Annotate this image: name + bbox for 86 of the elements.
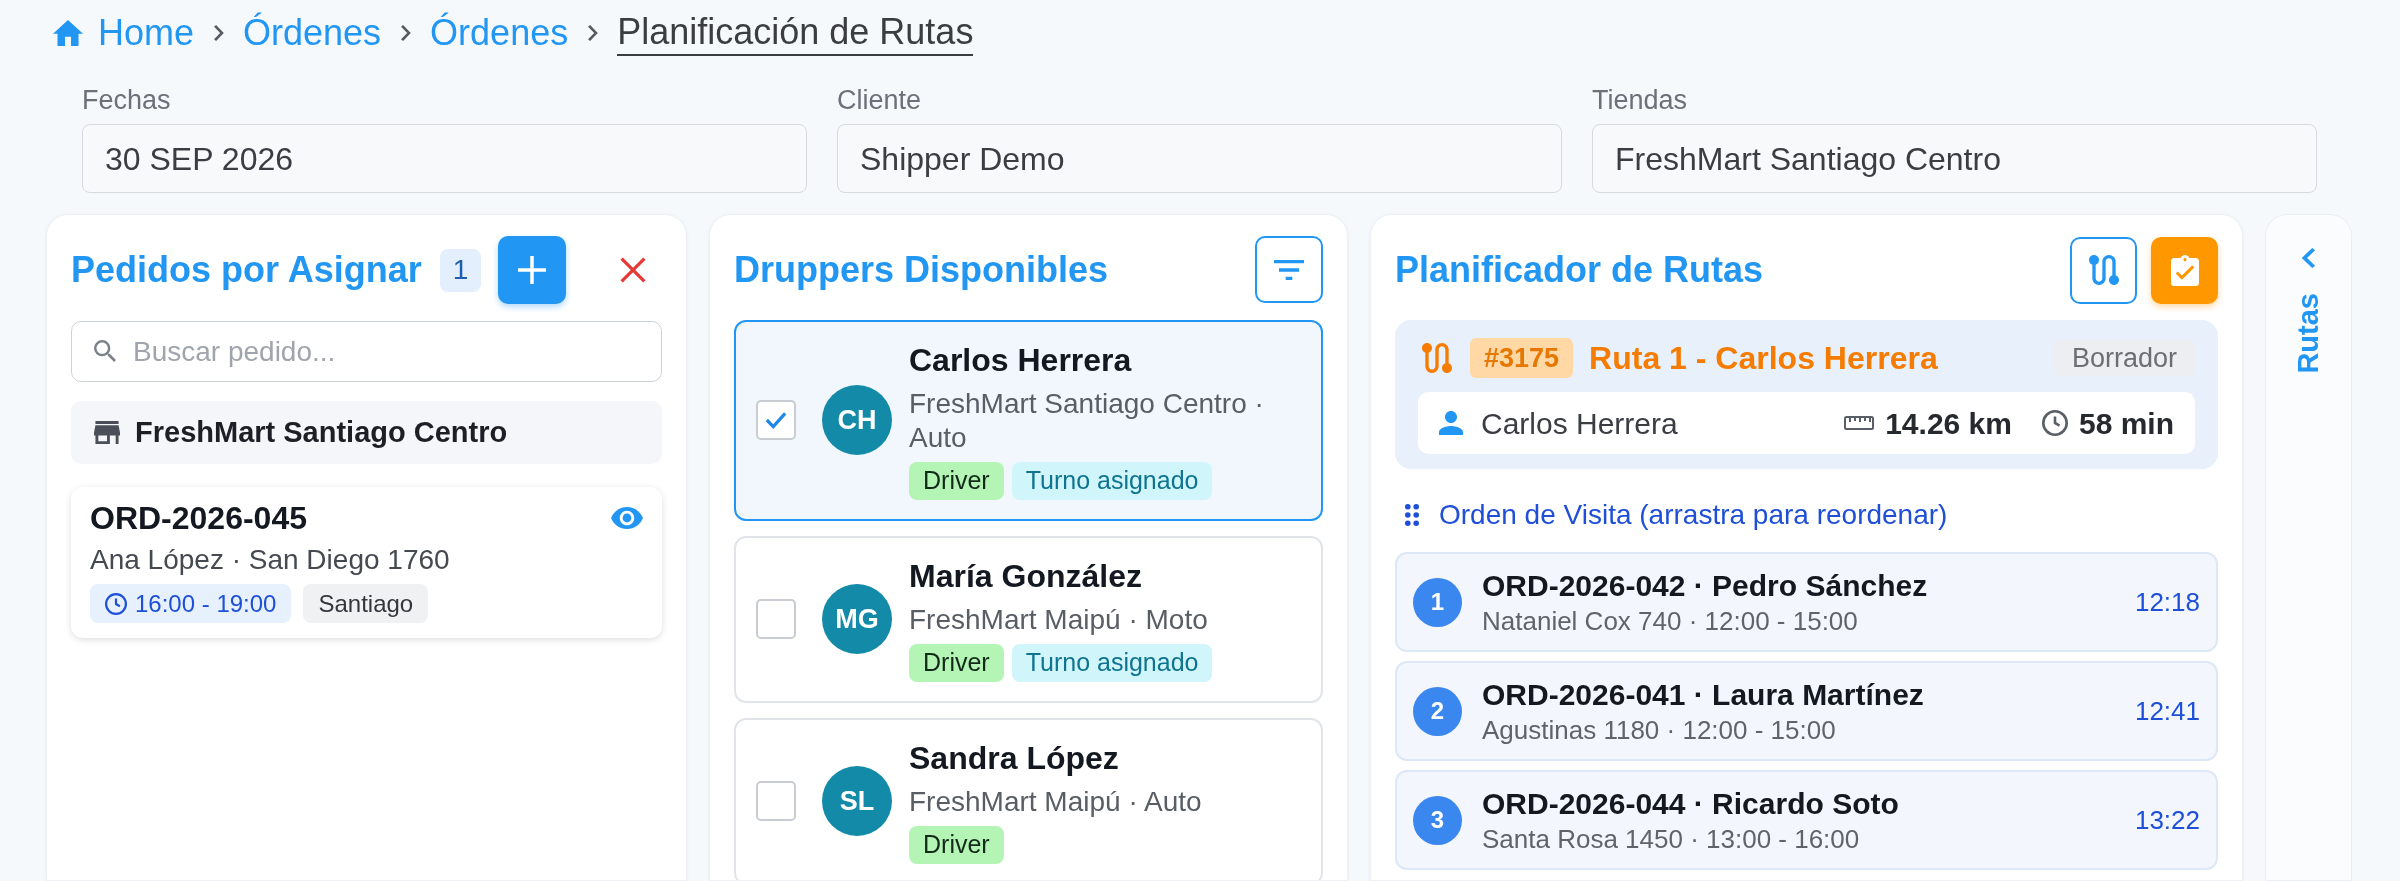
stop-card[interactable]: 1 ORD-2026-042 · Pedro Sánchez Nataniel Cox 740 · 12:00 - 15:00 12:18 xyxy=(1395,552,2218,652)
order-detail: Ana López · San Diego 1760 xyxy=(90,543,451,577)
stop-title: ORD-2026-041 · Laura Martínez xyxy=(1482,676,1925,713)
avatar: MG xyxy=(822,584,892,654)
order-card[interactable]: ORD-2026-045 Ana López · San Diego 1760 16:00 - 19:00 Santiago xyxy=(71,487,662,638)
filter-field[interactable]: Shipper Demo xyxy=(837,124,1562,193)
store-name: FreshMart Santiago Centro xyxy=(135,414,508,450)
checkbox[interactable] xyxy=(756,599,796,639)
driver-name: Sandra López xyxy=(909,739,1120,778)
role-tag: Driver xyxy=(909,826,1004,864)
zone-tag: Santiago xyxy=(303,584,429,623)
chevron-left-icon[interactable] xyxy=(2301,247,2316,269)
route-button[interactable] xyxy=(2070,236,2137,304)
chevron-right-icon xyxy=(213,24,225,42)
route-title: Ruta 1 - Carlos Herrera xyxy=(1589,339,1938,378)
close-button[interactable] xyxy=(620,257,646,283)
driver-card[interactable]: SL Sandra López FreshMart Maipú · Auto Driver xyxy=(734,718,1323,880)
clipboard-check-icon xyxy=(2170,254,2199,286)
checkbox[interactable] xyxy=(756,400,796,440)
store-icon xyxy=(94,421,120,444)
checkmark-icon xyxy=(765,411,787,429)
role-tag: Driver xyxy=(909,644,1004,682)
chevron-right-icon xyxy=(400,24,412,42)
shift-tag: Turno asignado xyxy=(1011,644,1213,682)
close-icon xyxy=(620,257,646,283)
drawer-title: Rutas xyxy=(2290,293,2325,374)
visit-order-label: Orden de Visita (arrastra para reordenar) xyxy=(1439,498,1948,532)
stop-title: ORD-2026-042 · Pedro Sánchez xyxy=(1482,567,1929,604)
stop-eta: 12:18 xyxy=(2134,585,2200,619)
count-badge: 1 xyxy=(439,248,482,292)
stop-card[interactable]: 2 ORD-2026-041 · Laura Martínez Agustinas 1180 · 12:00 - 15:00 12:41 xyxy=(1395,661,2218,761)
stop-eta: 12:41 xyxy=(2134,694,2200,728)
panel-title: Pedidos por Asignar xyxy=(71,248,422,292)
approve-button[interactable] xyxy=(2151,236,2218,304)
chevron-right-icon xyxy=(587,24,599,42)
driver-card[interactable]: CH Carlos Herrera FreshMart Santiago Centro · Auto Driver Turno asignado xyxy=(734,320,1323,521)
order-id: ORD-2026-045 xyxy=(90,499,307,538)
driver-card[interactable]: MG María González FreshMart Maipú · Moto Driver Turno asignado xyxy=(734,536,1323,703)
stop-number: 3 xyxy=(1413,795,1462,845)
time-window-text: 16:00 - 19:00 xyxy=(135,588,277,619)
route-icon xyxy=(2088,255,2119,285)
driver-detail: FreshMart Maipú · Moto xyxy=(909,603,1209,637)
drag-handle-icon xyxy=(1405,504,1419,526)
avatar: SL xyxy=(822,766,892,836)
driver-detail: FreshMart Santiago Centro · Auto xyxy=(909,387,1265,455)
stop-number: 2 xyxy=(1413,686,1462,736)
status-tag: Borrador xyxy=(2053,340,2195,376)
panel-title: Planificador de Rutas xyxy=(1395,248,1764,292)
clock-icon xyxy=(105,592,127,615)
eye-icon[interactable] xyxy=(611,507,643,529)
filter-button[interactable] xyxy=(1255,236,1323,303)
driver-detail: FreshMart Maipú · Auto xyxy=(909,785,1203,819)
route-number-tag: #3175 xyxy=(1470,338,1574,378)
stop-detail: Santa Rosa 1450 · 13:00 - 16:00 xyxy=(1482,822,1861,855)
shift-tag: Turno asignado xyxy=(1011,462,1213,500)
panel-title: Druppers Disponibles xyxy=(734,247,1109,292)
distance-value: 14.26 km xyxy=(1885,405,2012,442)
filter-field[interactable]: FreshMart Santiago Centro xyxy=(1592,124,2317,193)
filter-label: Fechas xyxy=(82,84,171,116)
stop-card[interactable]: 3 ORD-2026-044 · Ricardo Soto Santa Rosa 1450 · 13:00 - 16:00 13:22 xyxy=(1395,770,2218,870)
stop-number: 1 xyxy=(1413,577,1462,627)
search-icon xyxy=(94,340,116,362)
filter-icon xyxy=(1274,259,1304,280)
clock-icon xyxy=(2041,410,2068,436)
person-icon xyxy=(1439,411,1463,435)
driver-name: Carlos Herrera xyxy=(909,341,1133,380)
breadcrumb-current: Planificación de Rutas xyxy=(617,10,974,56)
driver-name: Carlos Herrera xyxy=(1481,405,1678,442)
ruler-icon xyxy=(1844,416,1875,430)
driver-name: María González xyxy=(909,557,1143,596)
search-field[interactable]: Buscar pedido... xyxy=(71,321,662,382)
filter-label: Cliente xyxy=(837,84,922,116)
checkbox[interactable] xyxy=(756,781,796,821)
add-button[interactable] xyxy=(498,236,567,304)
filter-field[interactable]: 30 SEP 2026 xyxy=(82,124,807,193)
stop-eta: 13:22 xyxy=(2134,803,2200,837)
home-icon xyxy=(53,20,83,46)
role-tag: Driver xyxy=(909,462,1004,500)
plus-icon xyxy=(518,256,547,284)
route-icon xyxy=(1422,343,1452,373)
stop-detail: Nataniel Cox 740 · 12:00 - 15:00 xyxy=(1482,604,1859,637)
avatar: CH xyxy=(822,385,892,455)
duration-value: 58 min xyxy=(2078,405,2174,442)
filter-label: Tiendas xyxy=(1592,84,1688,116)
stop-title: ORD-2026-044 · Ricardo Soto xyxy=(1482,785,1900,822)
stop-detail: Agustinas 1180 · 12:00 - 15:00 xyxy=(1482,713,1837,746)
